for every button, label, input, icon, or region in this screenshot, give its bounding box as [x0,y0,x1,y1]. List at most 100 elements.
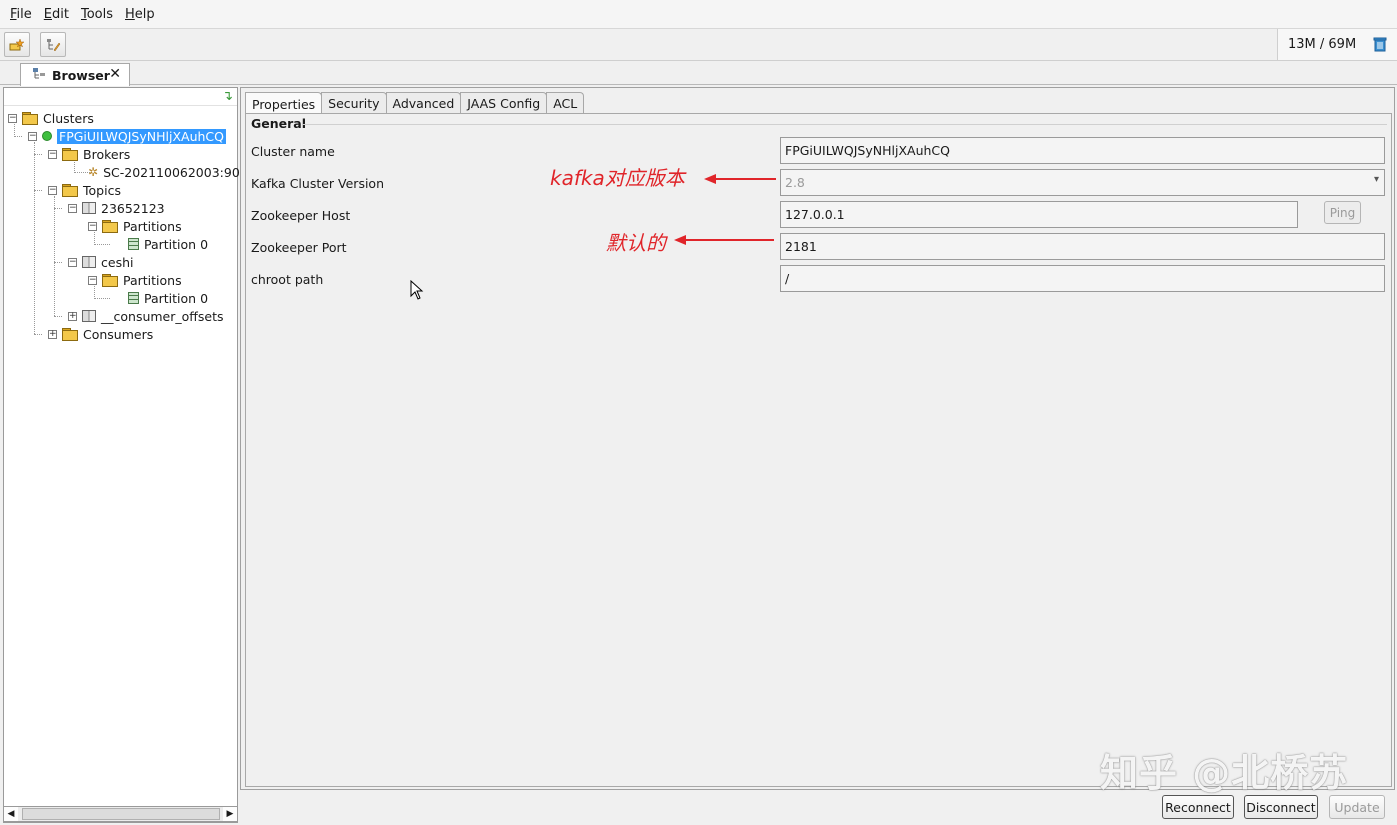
partition-grid-icon [128,292,139,304]
zookeeper-host-field[interactable]: 127.0.0.1 [780,201,1298,228]
collapse-icon[interactable]: − [48,149,57,159]
tree-node-broker[interactable]: ✲ SC-202110062003:9092 [88,163,256,181]
general-group-label: General [251,116,306,131]
tree-edit-button[interactable] [40,32,66,57]
collapse-icon[interactable]: − [88,221,97,231]
menu-file[interactable]: File [4,7,38,22]
folder-open-icon [62,148,78,161]
folder-open-icon [22,112,38,125]
tree-node-clusters[interactable]: − Clusters [8,109,94,127]
cluster-name-label: Cluster name [251,144,335,159]
refresh-icon[interactable]: ↴ [222,89,233,104]
memory-indicator: 13M / 69M [1277,29,1397,60]
collapse-icon[interactable]: − [68,257,77,267]
chevron-down-icon: ▾ [1373,174,1379,185]
tree-node-label: Clusters [43,110,94,126]
cluster-properties-panel: Properties Security Advanced JAAS Config… [240,87,1395,790]
annotation-arrow-line [684,239,774,241]
folder-open-icon [62,184,78,197]
cluster-tree-panel: ↴ − Clusters − FPGiUILWQJSyNHljXAuhCQ − … [3,87,256,823]
collapse-icon[interactable]: − [8,113,17,123]
reconnect-button[interactable]: Reconnect [1162,795,1234,819]
topic-book-icon [82,256,96,268]
tree-node-topics[interactable]: − Topics [48,181,121,199]
tree-node-label: SC-202110062003:9092 [103,164,256,180]
tree-node-brokers[interactable]: − Brokers [48,145,130,163]
tab-advanced[interactable]: Advanced [385,92,462,114]
cluster-name-field[interactable]: FPGiUILWQJSyNHljXAuhCQ [780,137,1385,164]
trash-icon[interactable] [1373,36,1387,56]
chroot-path-field[interactable]: / [780,265,1385,292]
tree-node-cluster[interactable]: − FPGiUILWQJSyNHljXAuhCQ [28,127,226,145]
tree-node-partitions[interactable]: − Partitions [88,271,182,289]
close-tab-icon[interactable]: ✕ [109,66,121,82]
menu-tools[interactable]: Tools [75,7,119,22]
browser-tab-icon [33,67,47,83]
tab-acl[interactable]: ACL [546,92,585,114]
menu-bar: File Edit Tools Help [0,0,1397,29]
tree-node-partitions[interactable]: − Partitions [88,217,182,235]
chroot-path-label: chroot path [251,272,324,287]
zookeeper-port-field[interactable]: 2181 [780,233,1385,260]
collapse-icon[interactable]: − [28,131,37,141]
tree-node-partition[interactable]: Partition 0 [128,235,208,253]
watermark-text: 知乎 @北桥苏 [1100,751,1349,795]
cluster-connected-icon [42,131,52,141]
tree-node-label: ceshi [101,254,134,270]
tree-node-consumers[interactable]: + Consumers [48,325,153,343]
kafka-version-label: Kafka Cluster Version [251,176,384,191]
collapse-icon[interactable]: − [68,203,77,213]
tree-node-label: Consumers [83,326,154,342]
tree-node-label: Partitions [123,272,182,288]
tree-node-label: Partitions [123,218,182,234]
folder-closed-icon [62,328,78,341]
tree-node-topic[interactable]: + __consumer_offsets [68,307,224,325]
scroll-left-icon[interactable]: ◀ [4,807,18,821]
tab-jaas-config[interactable]: JAAS Config [460,92,548,114]
scroll-right-icon[interactable]: ▶ [223,807,237,821]
tab-security[interactable]: Security [321,92,387,114]
tree-node-label: FPGiUILWQJSyNHljXAuhCQ [57,128,226,144]
mouse-cursor-icon [410,279,424,303]
memory-text: 13M / 69M [1288,37,1357,52]
tree-node-label: 23652123 [101,200,165,216]
tree-node-partition[interactable]: Partition 0 [128,289,208,307]
tree-node-topic[interactable]: − ceshi [68,253,133,271]
port-annotation: 默认的 [606,231,666,255]
ping-button[interactable]: Ping [1324,201,1361,224]
tree-node-topic[interactable]: − 23652123 [68,199,165,217]
add-cluster-button[interactable] [4,32,30,57]
collapse-icon[interactable]: − [48,185,57,195]
expand-icon[interactable]: + [68,311,77,321]
tree-horizontal-scrollbar[interactable]: ◀ ▶ [3,806,238,822]
menu-help[interactable]: Help [119,7,161,22]
tree-node-label: Brokers [83,146,131,162]
tree-node-label: Partition 0 [144,290,209,306]
menu-edit[interactable]: Edit [38,7,75,22]
kafka-version-select[interactable]: 2.8 ▾ [780,169,1385,196]
tree-node-label: Partition 0 [144,236,209,252]
tree-edit-icon [47,38,61,51]
tab-browser[interactable]: Browser ✕ [20,63,130,86]
partition-grid-icon [128,238,139,250]
tab-properties[interactable]: Properties [245,92,323,115]
tree-header: ↴ [4,88,237,106]
folder-open-icon [102,220,118,233]
expand-icon[interactable]: + [48,329,57,339]
tab-browser-label: Browser [52,67,110,83]
collapse-icon[interactable]: − [88,275,97,285]
version-annotation: kafka对应版本 [550,166,685,190]
topic-book-icon [82,202,96,214]
add-cluster-icon [9,37,25,50]
annotation-arrow-line [714,178,776,180]
disconnect-button[interactable]: Disconnect [1244,795,1318,819]
update-button[interactable]: Update [1329,795,1385,819]
properties-tabs: Properties Security Advanced JAAS Config… [245,92,585,115]
toolbar: 13M / 69M [0,29,1397,61]
kafka-version-value: 2.8 [785,175,805,190]
scroll-thumb[interactable] [22,808,220,820]
zookeeper-port-label: Zookeeper Port [251,240,347,255]
group-divider [302,124,1387,125]
folder-open-icon [102,274,118,287]
properties-content: General Cluster name FPGiUILWQJSyNHljXAu… [245,113,1392,787]
